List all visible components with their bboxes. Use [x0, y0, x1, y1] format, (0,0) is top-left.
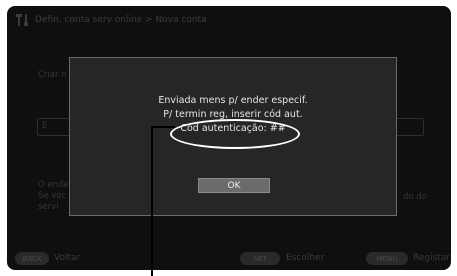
screen-header: Defin. conta serv online > Nova conta	[7, 6, 451, 34]
background-note-right: do do	[403, 192, 427, 202]
menu-label: Registar	[413, 253, 451, 263]
back-label: Voltar	[54, 253, 81, 263]
settings-tools-icon	[16, 14, 30, 26]
background-note-line-1: O ender	[38, 180, 73, 190]
background-label: Criar n	[38, 70, 67, 80]
callout-leader-tick	[151, 126, 175, 128]
background-note-line-2: Se voc	[38, 191, 67, 201]
set-key-badge: SET	[240, 252, 280, 265]
callout-ellipse	[170, 119, 300, 149]
background-note-line-3: servi	[38, 202, 59, 212]
button-guide-bar: BACK Voltar SET Escolher MENU Registar	[7, 248, 451, 270]
callout-leader-line	[151, 126, 153, 276]
ok-button[interactable]: OK	[198, 178, 270, 193]
menu-key-badge: MENU	[366, 252, 408, 265]
back-key-badge: BACK	[15, 252, 49, 265]
screen-title: Defin. conta serv online > Nova conta	[35, 15, 207, 25]
dialog-message-line-1: Enviada mens p/ ender especif.	[158, 95, 308, 106]
set-label: Escolher	[286, 253, 325, 263]
background-field-char: E	[42, 121, 48, 131]
